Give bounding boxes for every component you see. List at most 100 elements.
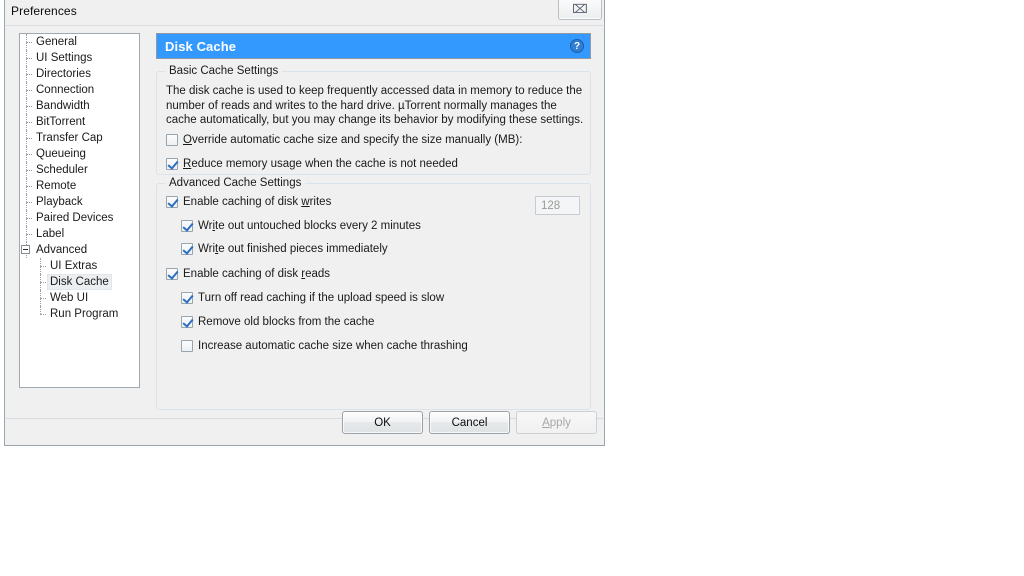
sidebar-item-label: Paired Devices	[36, 212, 114, 224]
sidebar-item-label: Web UI	[50, 292, 89, 304]
increase-cache-size-row[interactable]: Increase automatic cache size when cache…	[181, 340, 468, 352]
tree-collapse-icon[interactable]	[20, 242, 33, 258]
preferences-tree[interactable]: General UI Settings Directories Connection B…	[19, 33, 140, 388]
tree-connector	[20, 34, 33, 50]
sidebar-item-label: Remote	[36, 180, 77, 192]
tree-connector	[20, 130, 33, 146]
enable-caching-reads-row[interactable]: Enable caching of disk reads	[166, 268, 330, 280]
sidebar-item-disk-cache[interactable]: Disk Cache	[20, 274, 139, 290]
enable-caching-writes-label: Enable caching of disk writes	[183, 196, 332, 208]
help-icon[interactable]: ?	[570, 39, 584, 53]
reduce-memory-row[interactable]: Reduce memory usage when the cache is no…	[166, 158, 458, 170]
sidebar-item-label: Advanced	[36, 244, 88, 256]
basic-cache-settings-group: Basic Cache Settings The disk cache is u…	[156, 65, 591, 215]
reduce-memory-label: Reduce memory usage when the cache is no…	[183, 158, 458, 170]
page-title: Disk Cache	[165, 38, 237, 54]
sidebar-item-bandwidth[interactable]: Bandwidth	[20, 98, 139, 114]
write-untouched-blocks-checkbox[interactable]	[181, 220, 193, 232]
sidebar-item-playback[interactable]: Playback	[20, 194, 139, 210]
advanced-cache-settings-legend: Advanced Cache Settings	[165, 177, 306, 189]
enable-caching-reads-label: Enable caching of disk reads	[183, 268, 331, 280]
close-button[interactable]: ⌧	[558, 0, 602, 20]
turn-off-read-caching-row[interactable]: Turn off read caching if the upload spee…	[181, 292, 444, 304]
tree-connector	[34, 306, 47, 322]
turn-off-read-caching-label: Turn off read caching if the upload spee…	[198, 292, 445, 304]
tree-connector	[20, 66, 33, 82]
tree-connector	[34, 290, 47, 306]
tree-connector	[20, 210, 33, 226]
sidebar-item-connection[interactable]: Connection	[20, 82, 139, 98]
write-finished-pieces-label: Write out finished pieces immediately	[198, 243, 388, 255]
increase-cache-size-checkbox[interactable]	[181, 340, 193, 352]
sidebar-item-general[interactable]: General	[20, 34, 139, 50]
write-finished-pieces-checkbox[interactable]	[181, 243, 193, 255]
sidebar-item-label: Bandwidth	[36, 100, 90, 112]
sidebar-item-label: Label	[36, 228, 65, 240]
sidebar-item-web-ui[interactable]: Web UI	[20, 290, 139, 306]
sidebar-item-label: Connection	[36, 84, 95, 96]
advanced-cache-settings-group: Advanced Cache Settings Enable caching o…	[156, 177, 591, 410]
sidebar-item-label: BitTorrent	[36, 116, 86, 128]
close-icon: ⌧	[572, 1, 588, 16]
sidebar-item-queueing[interactable]: Queueing	[20, 146, 139, 162]
page-content: Disk Cache ? Basic Cache Settings The di…	[156, 33, 591, 410]
sidebar-item-run-program[interactable]: Run Program	[20, 306, 139, 322]
tree-connector	[20, 82, 33, 98]
override-cache-size-row[interactable]: Override automatic cache size and specif…	[166, 134, 522, 146]
sidebar-item-ui-settings[interactable]: UI Settings	[20, 50, 139, 66]
ok-button[interactable]: OK	[342, 411, 423, 434]
tree-connector	[20, 226, 33, 242]
tree-connector	[20, 194, 33, 210]
sidebar-item-directories[interactable]: Directories	[20, 66, 139, 82]
apply-button[interactable]: Apply	[516, 411, 597, 434]
write-finished-pieces-row[interactable]: Write out finished pieces immediately	[181, 243, 388, 255]
sidebar-item-remote[interactable]: Remote	[20, 178, 139, 194]
cache-description: The disk cache is used to keep frequentl…	[166, 85, 584, 126]
tree-connector	[20, 98, 33, 114]
enable-caching-writes-checkbox[interactable]	[166, 196, 178, 208]
sidebar-item-scheduler[interactable]: Scheduler	[20, 162, 139, 178]
sidebar-item-bittorrent[interactable]: BitTorrent	[20, 114, 139, 130]
minus-box-icon[interactable]	[21, 245, 30, 254]
enable-caching-writes-row[interactable]: Enable caching of disk writes	[166, 196, 331, 208]
cancel-button[interactable]: Cancel	[429, 411, 510, 434]
window-title: Preferences	[11, 4, 77, 18]
remove-old-blocks-label: Remove old blocks from the cache	[198, 316, 375, 328]
sidebar-item-advanced[interactable]: Advanced	[20, 242, 139, 258]
sidebar-item-ui-extras[interactable]: UI Extras	[20, 258, 139, 274]
sidebar-item-label: General	[36, 36, 77, 48]
preferences-dialog: Preferences ⌧ General UI Settings Director…	[4, 0, 605, 446]
sidebar-item-label: Run Program	[50, 308, 119, 320]
tree-connector	[20, 50, 33, 66]
tree-connector	[34, 274, 47, 290]
reduce-memory-checkbox[interactable]	[166, 158, 178, 170]
page-header: Disk Cache ?	[156, 33, 591, 59]
override-cache-size-label: Override automatic cache size and specif…	[183, 134, 523, 146]
title-bar: Preferences ⌧	[5, 0, 606, 26]
dialog-client-area: General UI Settings Directories Connection B…	[6, 25, 603, 443]
sidebar-item-transfer-cap[interactable]: Transfer Cap	[20, 130, 139, 146]
apply-button-label: Apply	[542, 416, 571, 429]
sidebar-item-label[interactable]: Label	[20, 226, 139, 242]
write-untouched-blocks-label: Write out untouched blocks every 2 minut…	[198, 220, 421, 232]
turn-off-read-caching-checkbox[interactable]	[181, 292, 193, 304]
footer-separator	[6, 418, 603, 419]
sidebar-item-paired-devices[interactable]: Paired Devices	[20, 210, 139, 226]
sidebar-item-label: Playback	[36, 196, 83, 208]
override-cache-size-checkbox[interactable]	[166, 134, 178, 146]
tree-connector	[20, 178, 33, 194]
sidebar-item-label: Disk Cache	[47, 274, 112, 290]
basic-cache-settings-legend: Basic Cache Settings	[165, 65, 283, 77]
sidebar-item-label: UI Settings	[36, 52, 93, 64]
sidebar-item-label: Directories	[36, 68, 91, 80]
sidebar-item-label: UI Extras	[50, 260, 98, 272]
remove-old-blocks-row[interactable]: Remove old blocks from the cache	[181, 316, 374, 328]
remove-old-blocks-checkbox[interactable]	[181, 316, 193, 328]
tree-connector	[20, 162, 33, 178]
increase-cache-size-label: Increase automatic cache size when cache…	[198, 340, 468, 352]
tree-connector	[34, 258, 47, 274]
write-untouched-blocks-row[interactable]: Write out untouched blocks every 2 minut…	[181, 220, 421, 232]
sidebar-item-label: Queueing	[36, 148, 86, 160]
tree-connector	[20, 114, 33, 130]
enable-caching-reads-checkbox[interactable]	[166, 268, 178, 280]
